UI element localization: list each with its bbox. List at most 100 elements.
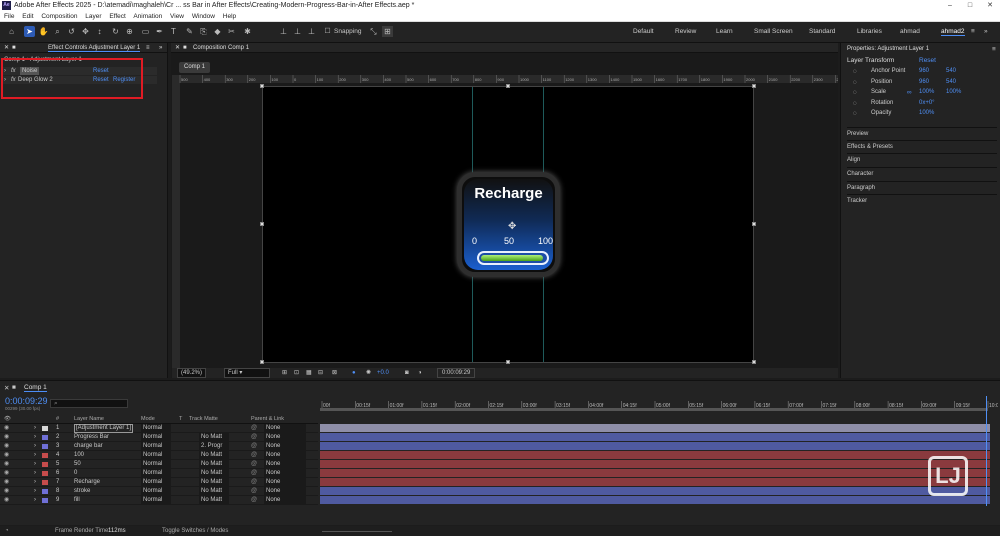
layer-duration-bar[interactable] (320, 460, 990, 468)
view-axis-icon[interactable]: ⊥ (306, 26, 317, 37)
dolly-tool-icon[interactable]: ↕ (94, 26, 105, 37)
minimize-icon[interactable]: – (940, 0, 960, 11)
panel-character[interactable]: Character (847, 167, 997, 180)
layer-duration-bar[interactable] (320, 487, 990, 495)
resolution-dropdown[interactable]: Full ▾ (224, 368, 270, 378)
menu-effect[interactable]: Effect (109, 13, 126, 20)
panel-paragraph[interactable]: Paragraph (847, 181, 997, 194)
anchor-point-icon[interactable]: ✥ (508, 221, 516, 232)
effect-controls-tab[interactable]: Effect Controls Adjustment Layer 1 (48, 45, 141, 52)
toggle-switches-modes[interactable]: Toggle Switches / Modes (162, 526, 228, 536)
menu-edit[interactable]: Edit (22, 13, 33, 20)
grid-icon[interactable]: ⊞ (282, 368, 287, 378)
puppet-tool-icon[interactable]: ✱ (242, 26, 253, 37)
transform-handle[interactable] (506, 84, 510, 88)
panel-menu-icon[interactable]: ≡ (146, 43, 150, 53)
layer-duration-bar[interactable] (320, 442, 990, 450)
maximize-icon[interactable]: □ (960, 0, 980, 11)
timeline-timecode[interactable]: 0:00:09:29 (5, 396, 48, 406)
menu-view[interactable]: View (170, 13, 184, 20)
lock-icon[interactable]: ■ (183, 43, 187, 53)
panel-expand-icon[interactable]: » (159, 43, 162, 53)
panel-preview[interactable]: Preview (847, 127, 997, 140)
close-panel-icon[interactable]: ✕ (4, 43, 9, 53)
current-time[interactable]: 0:00:09:29 (437, 368, 476, 378)
workspace-standard[interactable]: Standard (809, 28, 835, 35)
eraser-tool-icon[interactable]: ◆ (212, 26, 223, 37)
transform-handle[interactable] (752, 222, 756, 226)
rotate-tool-icon[interactable]: ↻ (110, 26, 121, 37)
scale-y[interactable]: 100% (946, 89, 961, 95)
menu-layer[interactable]: Layer (85, 13, 101, 20)
stopwatch-icon[interactable]: ◌ (853, 110, 857, 117)
anchor-y[interactable]: 540 (946, 68, 956, 74)
mask-icon[interactable]: ⊟ (318, 368, 323, 378)
anchor-tool-icon[interactable]: ⊕ (124, 26, 135, 37)
workspace-ahmad2[interactable]: ahmad2 (941, 28, 965, 36)
hand-tool-icon[interactable]: ✋ (38, 26, 49, 37)
close-panel-icon[interactable]: ✕ (175, 43, 180, 53)
layer-duration-bar[interactable] (320, 478, 990, 486)
region-icon[interactable]: ⊡ (294, 368, 299, 378)
composition-tab[interactable]: Composition Comp 1 (193, 43, 249, 53)
world-axis-icon[interactable]: ⊥ (292, 26, 303, 37)
timeline-tab[interactable]: Comp 1 (24, 384, 47, 392)
panel-tracker[interactable]: Tracker (847, 194, 997, 207)
exposure-icon[interactable]: ✺ (366, 368, 371, 378)
panel-menu-icon[interactable]: ≡ (992, 46, 996, 53)
layer-duration-bar[interactable] (320, 433, 990, 441)
menu-file[interactable]: File (4, 13, 14, 20)
work-area-bar[interactable] (320, 408, 988, 411)
snapping-checkbox[interactable]: ☐ (322, 26, 333, 37)
menu-animation[interactable]: Animation (133, 13, 162, 20)
comp-1-tab[interactable]: Comp 1 (179, 62, 211, 73)
transparency-icon[interactable]: ▦ (306, 368, 312, 378)
timeline-search[interactable]: ⌕ (50, 399, 128, 408)
zoom-dropdown[interactable]: (49.2%) (177, 368, 207, 378)
exposure-value[interactable]: +0.0 (377, 368, 389, 378)
anchor-x[interactable]: 960 (919, 68, 929, 74)
type-tool-icon[interactable]: T (168, 26, 179, 37)
brush-tool-icon[interactable]: ✎ (184, 26, 195, 37)
workspace-ahmad[interactable]: ahmad (900, 28, 920, 35)
home-icon[interactable]: ⌂ (6, 26, 17, 37)
transform-handle[interactable] (260, 84, 264, 88)
orbit-tool-icon[interactable]: ↺ (66, 26, 77, 37)
transform-handle[interactable] (260, 360, 264, 364)
rotation-value[interactable]: 0x+0° (919, 100, 935, 106)
menu-composition[interactable]: Composition (41, 13, 77, 20)
workspace-default[interactable]: Default (633, 28, 654, 35)
transform-reset[interactable]: Reset (919, 57, 936, 64)
menu-window[interactable]: Window (192, 13, 215, 20)
preview-options-icon[interactable]: ⊠ (332, 368, 337, 378)
render-icon[interactable]: ◔ (5, 526, 9, 536)
stopwatch-icon[interactable]: ◌ (853, 79, 857, 86)
playhead[interactable] (986, 396, 987, 506)
layer-duration-bar[interactable] (320, 496, 990, 504)
snap-options-icon[interactable]: ⊞ (382, 26, 393, 37)
layer-duration-bar[interactable] (320, 469, 990, 477)
menu-help[interactable]: Help (223, 13, 236, 20)
pan-tool-icon[interactable]: ✥ (80, 26, 91, 37)
panel-align[interactable]: Align (847, 153, 997, 166)
stopwatch-icon[interactable]: ◌ (853, 68, 857, 75)
rectangle-tool-icon[interactable]: ▭ (140, 26, 151, 37)
workspace-review[interactable]: Review (675, 28, 696, 35)
workspace-small-screen[interactable]: Small Screen (754, 28, 793, 35)
lock-icon[interactable]: ■ (12, 384, 16, 391)
position-x[interactable]: 960 (919, 79, 929, 85)
workspace-learn[interactable]: Learn (716, 28, 733, 35)
transform-handle[interactable] (506, 360, 510, 364)
constrain-link-icon[interactable]: ∞ (907, 89, 912, 96)
clone-tool-icon[interactable]: ⎘ (198, 26, 209, 37)
close-panel-icon[interactable]: ✕ (4, 384, 9, 392)
selection-tool-icon[interactable]: ➤ (24, 26, 35, 37)
opacity-value[interactable]: 100% (919, 110, 934, 116)
color-management-icon[interactable]: ● (352, 368, 356, 378)
local-axis-icon[interactable]: ⊥ (278, 26, 289, 37)
lock-icon[interactable]: ■ (12, 43, 16, 53)
zoom-slider[interactable] (322, 531, 392, 532)
transform-handle[interactable] (752, 84, 756, 88)
panel-effects-presets[interactable]: Effects & Presets (847, 140, 997, 153)
snap-icon[interactable]: ⤡ (368, 26, 379, 37)
